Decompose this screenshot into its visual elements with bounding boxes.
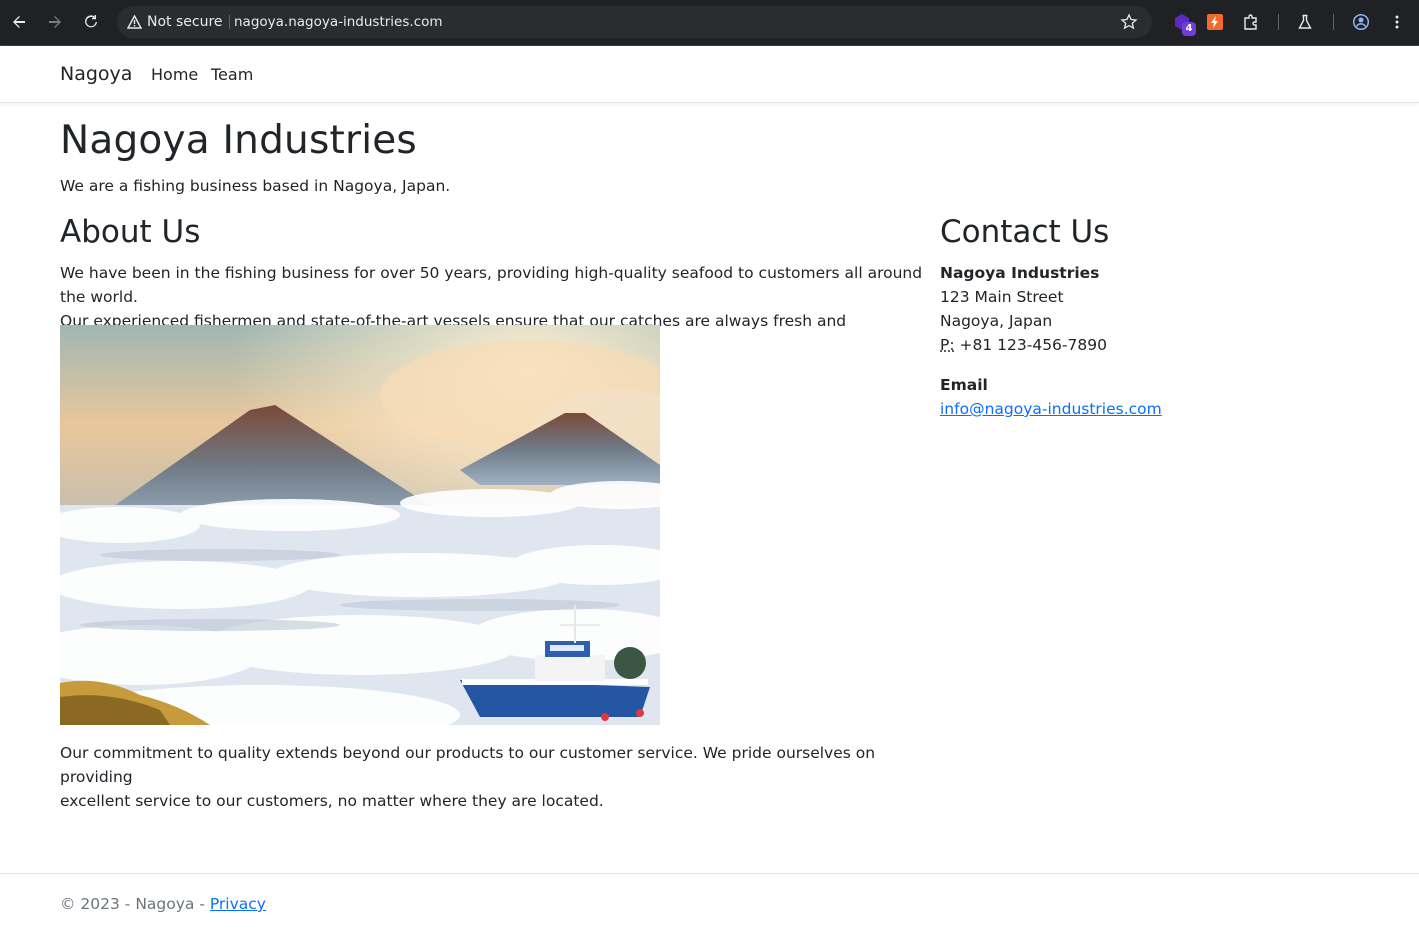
browser-toolbar: Not secure nagoya.nagoya-industries.com …	[0, 0, 1419, 46]
forward-button[interactable]	[42, 9, 68, 35]
contact-city: Nagoya, Japan	[940, 312, 1053, 330]
about-paragraph-1-line: We have been in the fishing business for…	[60, 264, 923, 306]
more-vert-icon	[1395, 15, 1399, 29]
reload-icon	[85, 15, 97, 28]
copyright-text: © 2023 - Nagoya -	[60, 895, 210, 913]
contact-phone-row: P: +81 123-456-7890	[940, 333, 1107, 357]
page-tagline: We are a fishing business based in Nagoy…	[60, 177, 451, 195]
bookmark-star-button[interactable]	[1120, 13, 1138, 31]
contact-company: Nagoya Industries	[940, 264, 1100, 282]
labs-button[interactable]	[1293, 10, 1317, 34]
browser-menu-button[interactable]	[1385, 10, 1409, 34]
page-title: Nagoya Industries	[60, 118, 417, 163]
bolt-icon	[1207, 14, 1223, 30]
reload-button[interactable]	[78, 9, 104, 35]
profile-button[interactable]	[1349, 10, 1373, 34]
about-heading: About Us	[60, 214, 201, 250]
nav-link-team[interactable]: Team	[211, 65, 253, 84]
contact-email-label: Email	[940, 376, 988, 394]
arrow-left-icon	[13, 16, 25, 28]
about-paragraph-2-line: Our commitment to quality extends beyond…	[60, 744, 876, 786]
footer-text: © 2023 - Nagoya - Privacy	[60, 895, 266, 913]
toolbar-divider	[1333, 14, 1334, 30]
warning-icon	[127, 15, 142, 29]
contact-street: 123 Main Street	[940, 288, 1064, 306]
extensions-menu-button[interactable]	[1239, 10, 1263, 34]
contact-heading: Contact Us	[940, 214, 1110, 250]
security-indicator[interactable]: Not secure	[127, 6, 223, 38]
omnibox-divider	[229, 15, 230, 29]
mountain-boat-illustration	[60, 325, 660, 725]
phone-label: P:	[940, 336, 955, 354]
extension-bolt-button[interactable]	[1203, 10, 1227, 34]
puzzle-icon	[1244, 14, 1257, 30]
contact-email-link[interactable]: info@nagoya-industries.com	[940, 397, 1162, 421]
extension-badge: 4	[1182, 22, 1196, 36]
about-paragraph-2: Our commitment to quality extends beyond…	[60, 741, 930, 813]
navbar-brand[interactable]: Nagoya	[60, 63, 132, 85]
phone-number: +81 123-456-7890	[959, 336, 1107, 354]
site-footer: © 2023 - Nagoya - Privacy	[0, 873, 1419, 932]
about-paragraph-2-line: excellent service to our customers, no m…	[60, 792, 604, 810]
nav-link-home[interactable]: Home	[151, 65, 198, 84]
arrow-right-icon	[49, 16, 61, 28]
flask-icon	[1298, 14, 1312, 29]
site-navbar: Nagoya Home Team	[0, 46, 1419, 103]
back-button[interactable]	[6, 9, 32, 35]
account-icon	[1352, 13, 1370, 31]
extension-button[interactable]: 4	[1170, 10, 1196, 36]
privacy-link[interactable]: Privacy	[210, 895, 266, 913]
url-text[interactable]: nagoya.nagoya-industries.com	[234, 6, 443, 38]
hero-image	[60, 325, 660, 725]
toolbar-divider	[1278, 14, 1279, 30]
address-bar[interactable]: Not secure nagoya.nagoya-industries.com	[117, 6, 1152, 38]
security-label: Not secure	[147, 14, 223, 30]
star-icon	[1120, 13, 1138, 30]
